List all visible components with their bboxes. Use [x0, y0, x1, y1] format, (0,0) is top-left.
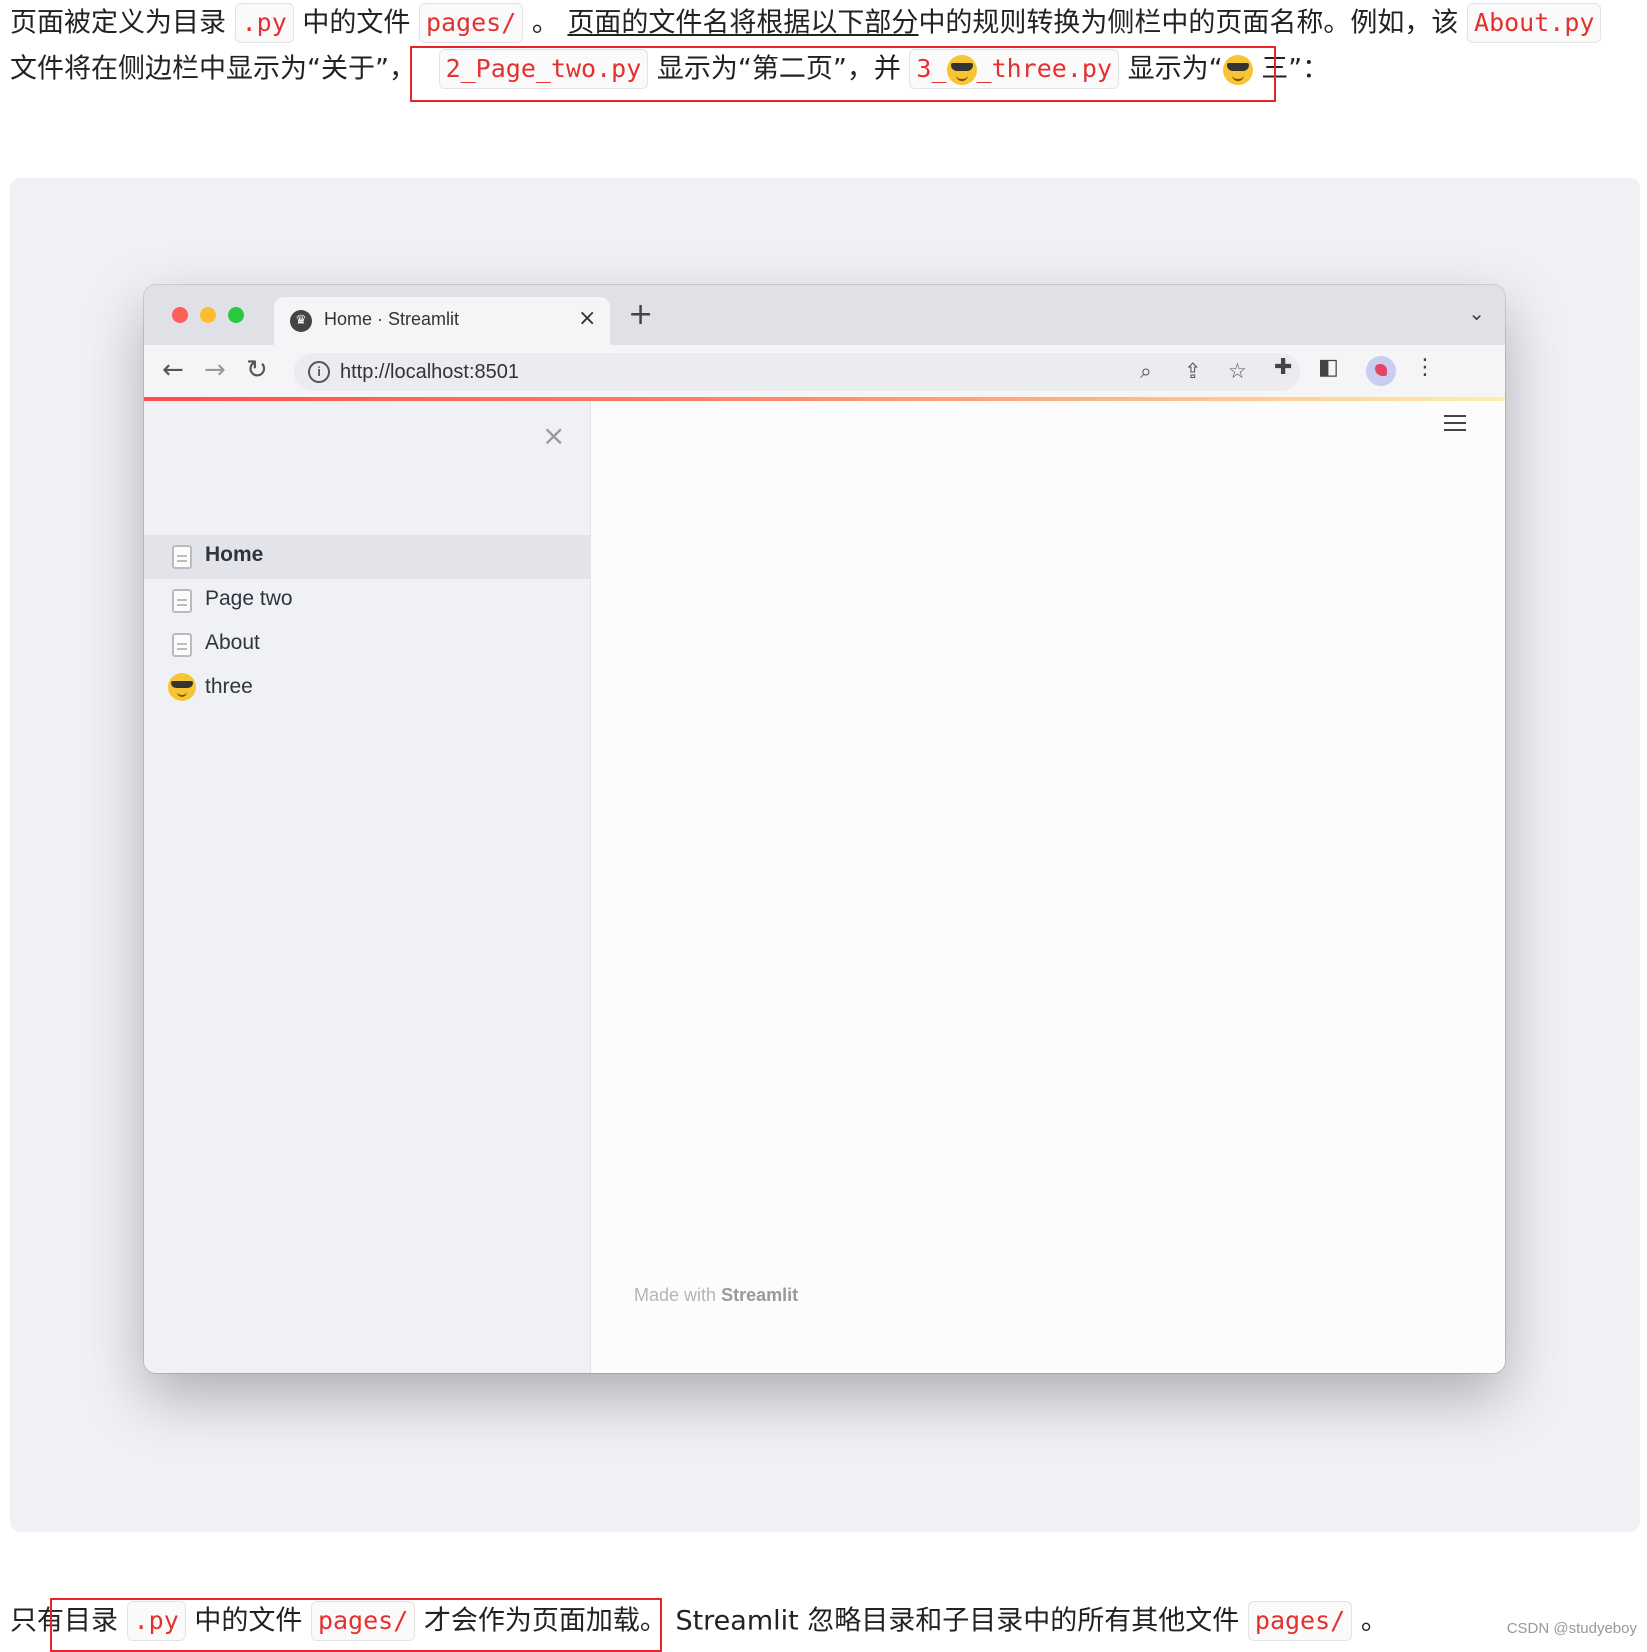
info-icon[interactable]: i	[308, 361, 330, 383]
credit-watermark: CSDN @studyeboy	[1506, 1620, 1637, 1637]
tab-title: Home · Streamlit	[324, 309, 460, 329]
sunglasses-emoji-icon	[168, 673, 196, 701]
window-maximize-dot[interactable]	[228, 307, 244, 323]
profile-avatar[interactable]	[1366, 356, 1396, 386]
sidebar-item-label: About	[205, 631, 260, 654]
star-icon[interactable]: ☆	[1228, 359, 1247, 383]
sidebar-item-three[interactable]: three	[144, 667, 590, 711]
url-text[interactable]: http://localhost:8501	[340, 361, 519, 384]
app-sidebar: × Home Page two About three	[144, 401, 591, 1373]
reload-icon[interactable]: ↻	[246, 355, 268, 385]
zoom-icon[interactable]: ⌕	[1140, 359, 1152, 384]
browser-window: ♛ Home · Streamlit × + ⌄ ← → ↻ i http://…	[144, 285, 1505, 1373]
made-with-streamlit-footer: Made with Streamlit	[634, 1285, 799, 1305]
window-close-dot[interactable]	[172, 307, 188, 323]
streamlit-link[interactable]: Streamlit	[721, 1285, 798, 1305]
code-about-py: About.py	[1467, 3, 1602, 43]
intro-line-1: 页面被定义为目录 .py 中的文件 pages/ 。 页面的文件名将根据以下部分…	[10, 0, 1602, 47]
browser-tab[interactable]: ♛ Home · Streamlit ×	[274, 297, 610, 345]
sidebar-item-label: Page two	[205, 587, 293, 610]
window-minimize-dot[interactable]	[200, 307, 216, 323]
code-pages: pages/	[418, 3, 524, 43]
sidebar-item-label: three	[205, 675, 253, 698]
back-arrow-icon[interactable]: ←	[162, 355, 184, 385]
page-icon	[172, 545, 192, 569]
sidebar-item-about[interactable]: About	[144, 623, 590, 667]
code-py: .py	[234, 3, 294, 43]
sidebar-icon[interactable]: ◧	[1318, 355, 1339, 380]
sidebar-item-label: Home	[205, 543, 264, 566]
menu-dots-icon[interactable]: ⋮	[1414, 355, 1436, 380]
tab-bar: ♛ Home · Streamlit × + ⌄	[144, 285, 1505, 345]
section-link[interactable]: 页面的文件名将根据以下部分	[567, 8, 918, 39]
extensions-icon[interactable]: ✚	[1274, 355, 1292, 380]
share-icon[interactable]: ⇪	[1184, 359, 1202, 383]
forward-arrow-icon[interactable]: →	[204, 355, 226, 385]
page-icon	[172, 589, 192, 613]
hamburger-menu-icon[interactable]	[1444, 415, 1466, 431]
sidebar-item-page-two[interactable]: Page two	[144, 579, 590, 623]
streamlit-favicon-icon: ♛	[290, 310, 312, 332]
highlight-box	[410, 46, 1276, 102]
browser-toolbar: ← → ↻ i http://localhost:8501 ⌕ ⇪ ☆ ✚ ◧ …	[144, 345, 1505, 397]
highlight-box	[50, 1598, 662, 1652]
tab-search-chevron-icon[interactable]: ⌄	[1468, 301, 1485, 325]
new-tab-button[interactable]: +	[628, 297, 653, 332]
code-pages: pages/	[1247, 1601, 1353, 1641]
address-bar[interactable]: i http://localhost:8501 ⌕ ⇪ ☆	[294, 353, 1300, 391]
sidebar-close-icon[interactable]: ×	[542, 419, 565, 452]
page-icon	[172, 633, 192, 657]
tab-close-icon[interactable]: ×	[578, 306, 596, 331]
sidebar-item-home[interactable]: Home	[144, 535, 590, 579]
